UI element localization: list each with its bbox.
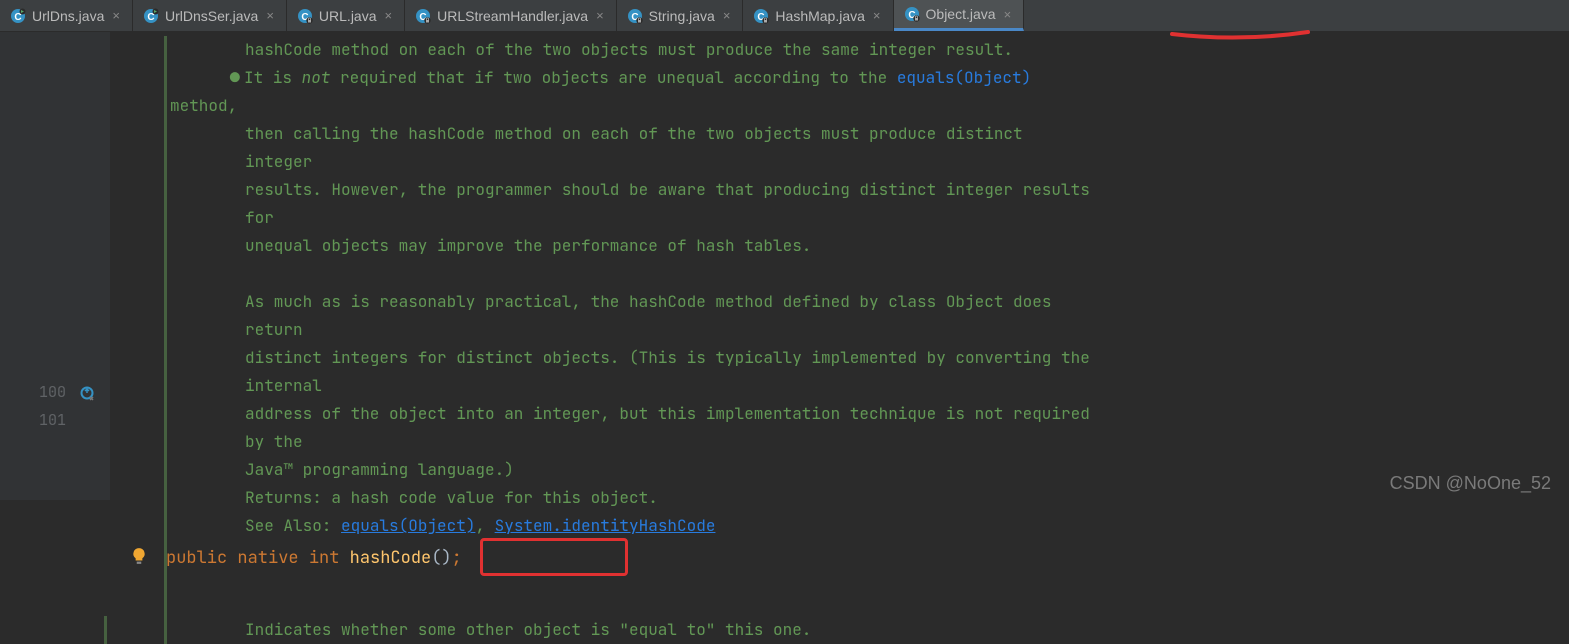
class-run-icon: C xyxy=(10,8,26,24)
class-icon: C xyxy=(415,8,431,24)
close-icon[interactable]: × xyxy=(383,8,395,23)
intention-bulb-icon[interactable] xyxy=(130,546,148,564)
javadoc-next: Indicates whether some other object is "… xyxy=(110,616,1090,644)
code-pane[interactable]: hashCode method on each of the two objec… xyxy=(110,32,1569,500)
tab-label: URL.java xyxy=(319,8,377,24)
tab-label: String.java xyxy=(649,8,715,24)
javadoc-link-equals2[interactable]: equals(Object) xyxy=(341,515,475,536)
class-run-icon: C xyxy=(143,8,159,24)
tab-urldnsser-java[interactable]: C UrlDnsSer.java × xyxy=(133,0,287,31)
tab-label: Object.java xyxy=(926,6,996,22)
close-icon[interactable]: × xyxy=(871,8,883,23)
red-annotation-box xyxy=(480,538,628,576)
class-icon: C xyxy=(904,6,920,22)
close-icon[interactable]: × xyxy=(264,8,276,23)
javadoc-text: hashCode method on each of the two objec… xyxy=(110,36,1090,540)
editor-tabs: CUrlDns.java×CUrlDnsSer.java×CURL.java×C… xyxy=(0,0,1569,32)
tab-label: UrlDnsSer.java xyxy=(165,8,258,24)
class-icon: C xyxy=(297,8,313,24)
code-line-101[interactable] xyxy=(110,572,1569,600)
tab-hashmap-java[interactable]: C HashMap.java × xyxy=(743,0,893,31)
javadoc-link-identityhashcode[interactable]: System.identityHashCode xyxy=(495,515,716,536)
close-icon[interactable]: × xyxy=(594,8,606,23)
tab-url-java[interactable]: C URL.java × xyxy=(287,0,405,31)
override-icon[interactable] xyxy=(80,383,96,399)
line-number: 101 xyxy=(0,406,110,434)
close-icon[interactable]: × xyxy=(721,8,733,23)
tab-urldns-java[interactable]: C UrlDns.java × xyxy=(0,0,133,31)
line-number: 100 xyxy=(0,378,110,406)
tab-string-java[interactable]: C String.java × xyxy=(617,0,744,31)
tab-label: UrlDns.java xyxy=(32,8,104,24)
tab-object-java[interactable]: C Object.java × xyxy=(894,0,1025,31)
class-icon: C xyxy=(627,8,643,24)
line-gutter: 100 101 xyxy=(0,32,110,500)
watermark-text: CSDN @NoOne_52 xyxy=(1390,473,1551,494)
close-icon[interactable]: × xyxy=(1002,7,1014,22)
tab-urlstreamhandler-java[interactable]: C URLStreamHandler.java × xyxy=(405,0,617,31)
code-line-100[interactable]: public native int hashCode(); xyxy=(110,544,1569,572)
editor-area: 100 101 hashCode method on each of the t… xyxy=(0,32,1569,500)
class-icon: C xyxy=(753,8,769,24)
tab-label: HashMap.java xyxy=(775,8,865,24)
tab-label: URLStreamHandler.java xyxy=(437,8,588,24)
close-icon[interactable]: × xyxy=(110,8,122,23)
javadoc-link-equals[interactable]: equals(Object) xyxy=(897,67,1031,88)
